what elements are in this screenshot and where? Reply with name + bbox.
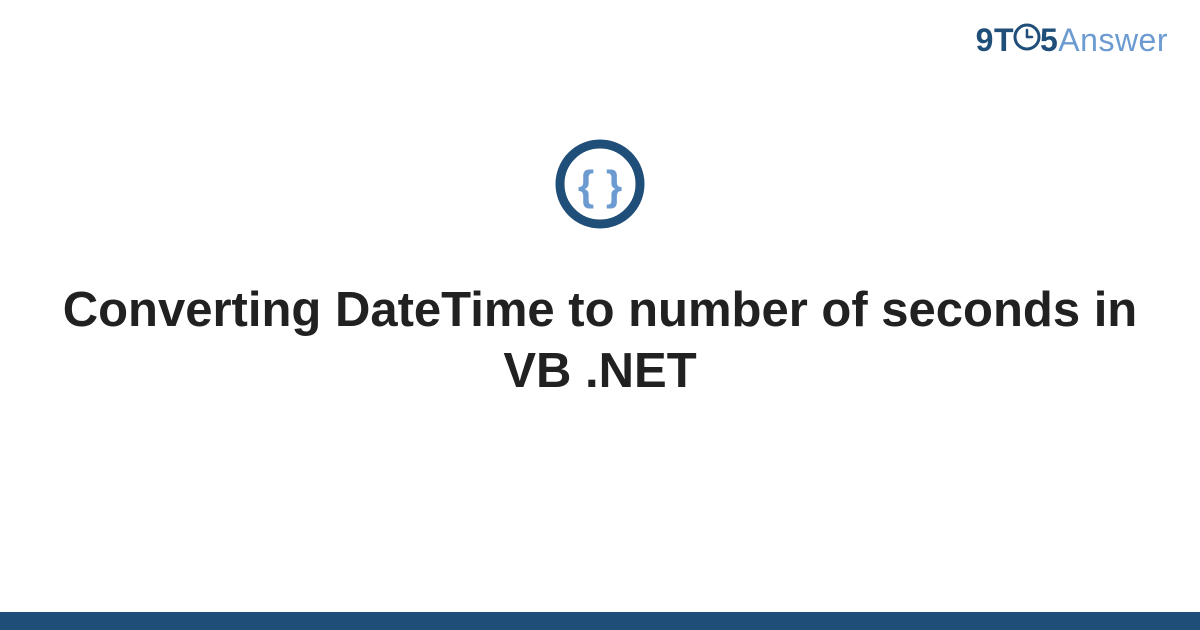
footer-bar — [0, 612, 1200, 630]
site-logo: 9T 5 Answer — [976, 22, 1168, 59]
braces-icon: { } — [554, 138, 646, 235]
page-title: Converting DateTime to number of seconds… — [0, 280, 1200, 403]
logo-text-answer: Answer — [1058, 22, 1168, 59]
logo-text-5: 5 — [1040, 22, 1058, 59]
svg-text:{ }: { } — [578, 162, 622, 209]
clock-icon — [1013, 23, 1041, 51]
logo-text-9t: 9T — [976, 22, 1014, 59]
